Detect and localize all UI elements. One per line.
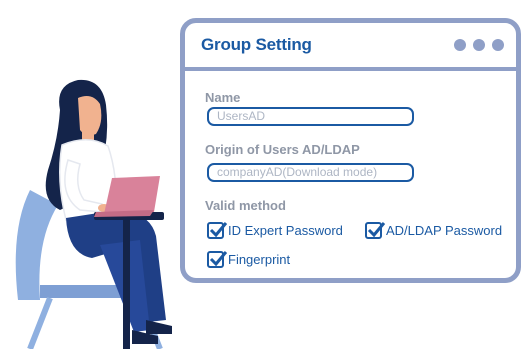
- window-dot-icon[interactable]: [473, 39, 485, 51]
- checkbox-checked-icon[interactable]: [207, 222, 228, 239]
- window-title: Group Setting: [201, 35, 312, 54]
- chair-leg: [27, 296, 53, 349]
- checkbox-checked-icon[interactable]: [365, 222, 386, 239]
- origin-field[interactable]: companyAD(Download mode): [207, 163, 414, 182]
- chair-back: [15, 190, 58, 300]
- foot: [146, 320, 172, 334]
- checkbox-fingerprint[interactable]: Fingerprint: [207, 251, 290, 268]
- name-label: Name: [205, 90, 241, 105]
- checkbox-label: AD/LDAP Password: [386, 223, 503, 238]
- origin-label: Origin of Users AD/LDAP: [205, 142, 360, 157]
- window-dot-icon[interactable]: [454, 39, 466, 51]
- checkbox-label: ID Expert Password: [228, 223, 343, 238]
- checkbox-label: Fingerprint: [228, 252, 291, 267]
- checkbox-id-expert-password[interactable]: ID Expert Password: [207, 222, 343, 239]
- window-dot-icon[interactable]: [492, 39, 504, 51]
- checkbox-checked-icon[interactable]: [207, 251, 228, 268]
- name-field[interactable]: UsersAD: [207, 107, 414, 126]
- group-setting-window: Group Setting Name UsersAD Origin of Use…: [180, 18, 521, 283]
- laptop-screen: [104, 176, 160, 214]
- window-controls: [454, 39, 504, 51]
- desk-leg: [123, 220, 130, 349]
- window-header: Group Setting: [185, 23, 516, 71]
- checkbox-ad-ldap-password[interactable]: AD/LDAP Password: [365, 222, 502, 239]
- valid-method-label: Valid method: [205, 198, 286, 213]
